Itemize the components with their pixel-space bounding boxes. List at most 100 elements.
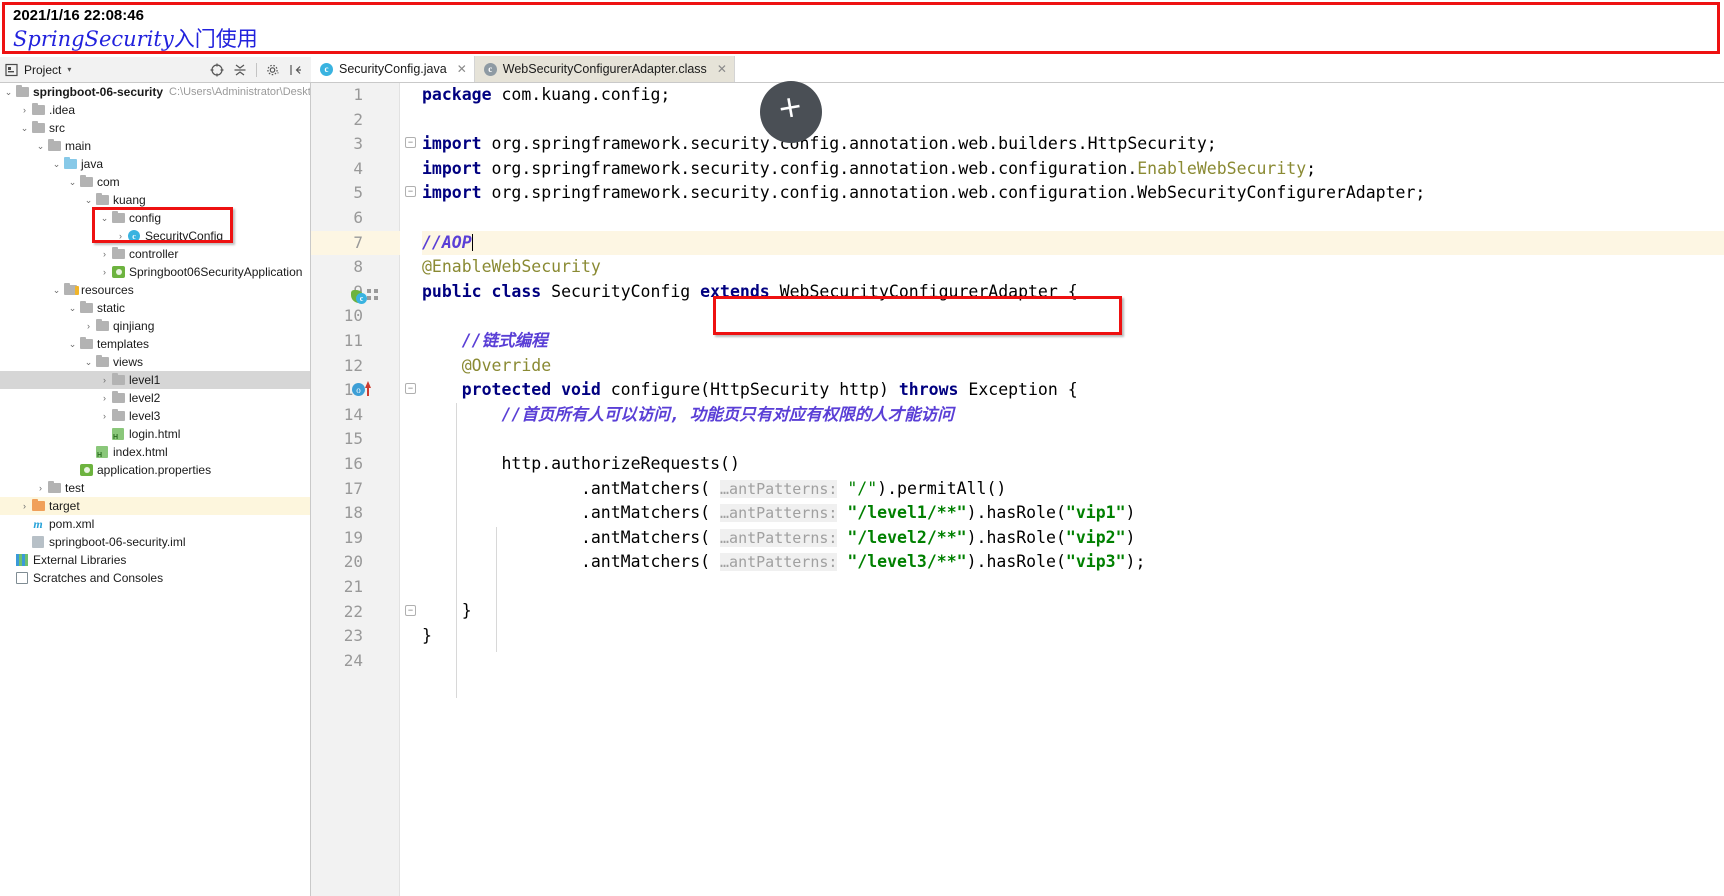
tree-expander[interactable]: › (34, 483, 47, 493)
line-number-6[interactable]: 6 (311, 206, 400, 231)
tree-item-index-html[interactable]: › index.html (0, 443, 310, 461)
line-number-20[interactable]: 20 (311, 550, 400, 575)
tree-expander[interactable]: ⌄ (34, 141, 47, 152)
tree-expander[interactable]: ⌄ (82, 357, 95, 368)
tree-item-templates[interactable]: ⌄ templates (0, 335, 310, 353)
target-icon[interactable] (210, 63, 224, 77)
tree-item-springboot-06-security[interactable]: ⌄ springboot-06-security C:\Users\Administ… (0, 83, 310, 101)
tree-expander[interactable]: › (98, 375, 111, 385)
tree-expander[interactable]: › (98, 249, 111, 259)
tree-expander[interactable]: › (82, 447, 95, 457)
tree-expander[interactable]: ⌄ (50, 285, 63, 296)
tree-expander[interactable]: › (98, 429, 111, 439)
code-line-2[interactable] (422, 108, 1724, 133)
chevron-down-icon[interactable]: ▾ (67, 65, 71, 74)
code-line-22[interactable]: } (422, 599, 1724, 624)
project-panel-title[interactable]: Project (24, 63, 61, 77)
code-line-4[interactable]: import org.springframework.security.conf… (422, 157, 1724, 182)
code-line-9[interactable]: public class SecurityConfig extends WebS… (422, 280, 1724, 305)
tree-item-level1[interactable]: › level1 (0, 371, 310, 389)
tree-item-idea[interactable]: › .idea (0, 101, 310, 119)
code-editor[interactable]: package com.kuang.config; import org.spr… (311, 83, 1724, 896)
tree-expander[interactable]: ⌄ (50, 159, 63, 170)
project-tree[interactable]: ⌄ springboot-06-security C:\Users\Administ… (0, 83, 311, 896)
tree-item-application-properties[interactable]: › application.properties (0, 461, 310, 479)
code-line-11[interactable]: //链式编程 (422, 329, 1724, 354)
code-line-14[interactable]: //首页所有人可以访问, 功能页只有对应有权限的人才能访问 (422, 403, 1724, 428)
tree-item-main[interactable]: ⌄ main (0, 137, 310, 155)
tree-item-springboot06securityapplication[interactable]: › Springboot06SecurityApplication (0, 263, 310, 281)
tree-item-qinjiang[interactable]: › qinjiang (0, 317, 310, 335)
code-line-20[interactable]: .antMatchers( …antPatterns: "/level3/**"… (422, 550, 1724, 575)
tree-item-config[interactable]: ⌄ config (0, 209, 310, 227)
tree-expander[interactable]: › (82, 321, 95, 331)
code-line-13[interactable]: protected void configure(HttpSecurity ht… (422, 378, 1724, 403)
tree-expander[interactable]: › (98, 411, 111, 421)
fold-handle-line3[interactable]: − (405, 137, 416, 148)
line-number-16[interactable]: 16 (311, 452, 400, 477)
close-icon[interactable]: ✕ (457, 62, 467, 76)
code-line-23[interactable]: } (422, 624, 1724, 649)
tree-item-level2[interactable]: › level2 (0, 389, 310, 407)
tree-item-external-libraries[interactable]: › External Libraries (0, 551, 310, 569)
tree-expander[interactable]: › (18, 501, 31, 511)
tree-expander[interactable]: ⌄ (66, 303, 79, 314)
line-number-5[interactable]: 5 (311, 181, 400, 206)
line-number-14[interactable]: 14 (311, 403, 400, 428)
spring-bean-gutter-icon[interactable]: c (351, 289, 368, 304)
tree-expander[interactable]: › (18, 537, 31, 547)
tree-expander[interactable]: ⌄ (66, 339, 79, 350)
tree-expander[interactable]: › (114, 231, 127, 241)
tree-expander[interactable]: › (18, 519, 31, 529)
tab-security-config-java[interactable]: c SecurityConfig.java ✕ (311, 56, 475, 82)
line-number-4[interactable]: 4 (311, 157, 400, 182)
line-number-8[interactable]: 8 (311, 255, 400, 280)
override-method-gutter-icon[interactable]: o (352, 381, 371, 396)
tab-websecurityconfigureradapter-class[interactable]: c WebSecurityConfigurerAdapter.class ✕ (474, 56, 735, 82)
tree-item-com[interactable]: ⌄ com (0, 173, 310, 191)
code-line-10[interactable] (422, 304, 1724, 329)
line-number-3[interactable]: 3 (311, 132, 400, 157)
line-number-23[interactable]: 23 (311, 624, 400, 649)
collapse-all-icon[interactable] (233, 63, 247, 77)
tree-expander[interactable]: › (98, 393, 111, 403)
editor-fold-column[interactable] (400, 83, 422, 896)
tree-item-views[interactable]: ⌄ views (0, 353, 310, 371)
hide-panel-icon[interactable] (289, 63, 303, 77)
tree-item-pom-xml[interactable]: ›m pom.xml (0, 515, 310, 533)
code-line-3[interactable]: import org.springframework.security.conf… (422, 132, 1724, 157)
tree-item-kuang[interactable]: ⌄ kuang (0, 191, 310, 209)
line-number-12[interactable]: 12 (311, 354, 400, 379)
fold-handle-line13[interactable]: − (405, 383, 416, 394)
tree-item-static[interactable]: ⌄ static (0, 299, 310, 317)
code-line-16[interactable]: http.authorizeRequests() (422, 452, 1724, 477)
tree-item-src[interactable]: ⌄ src (0, 119, 310, 137)
line-number-22[interactable]: 22 (311, 600, 400, 625)
code-line-24[interactable] (422, 649, 1724, 674)
code-line-12[interactable]: @Override (422, 354, 1724, 379)
line-number-7[interactable]: 7 (311, 230, 400, 256)
line-number-19[interactable]: 19 (311, 526, 400, 551)
tree-expander[interactable]: › (2, 555, 15, 565)
bean-usages-gutter-icon[interactable] (367, 289, 378, 302)
tree-item-java[interactable]: ⌄ java (0, 155, 310, 173)
line-number-15[interactable]: 15 (311, 427, 400, 452)
fold-handle-line5[interactable]: − (405, 186, 416, 197)
tree-item-test[interactable]: › test (0, 479, 310, 497)
code-line-15[interactable] (422, 427, 1724, 452)
line-number-2[interactable]: 2 (311, 108, 400, 133)
code-content[interactable]: package com.kuang.config; import org.spr… (422, 83, 1724, 896)
tree-expander[interactable]: › (2, 573, 15, 583)
tree-expander[interactable]: › (98, 267, 111, 277)
line-number-1[interactable]: 1 (311, 83, 400, 108)
tree-expander[interactable]: › (66, 465, 79, 475)
tree-item-scratches-and-consoles[interactable]: › Scratches and Consoles (0, 569, 310, 587)
code-line-1[interactable]: package com.kuang.config; (422, 83, 1724, 108)
settings-gear-icon[interactable] (266, 63, 280, 77)
tree-expander[interactable]: ⌄ (2, 87, 15, 98)
code-line-17[interactable]: .antMatchers( …antPatterns: "/").permitA… (422, 477, 1724, 502)
fold-handle-line22[interactable]: − (405, 605, 416, 616)
code-line-7[interactable]: //AOP (422, 230, 1724, 256)
tree-expander[interactable]: ⌄ (82, 195, 95, 206)
code-line-8[interactable]: @EnableWebSecurity (422, 255, 1724, 280)
